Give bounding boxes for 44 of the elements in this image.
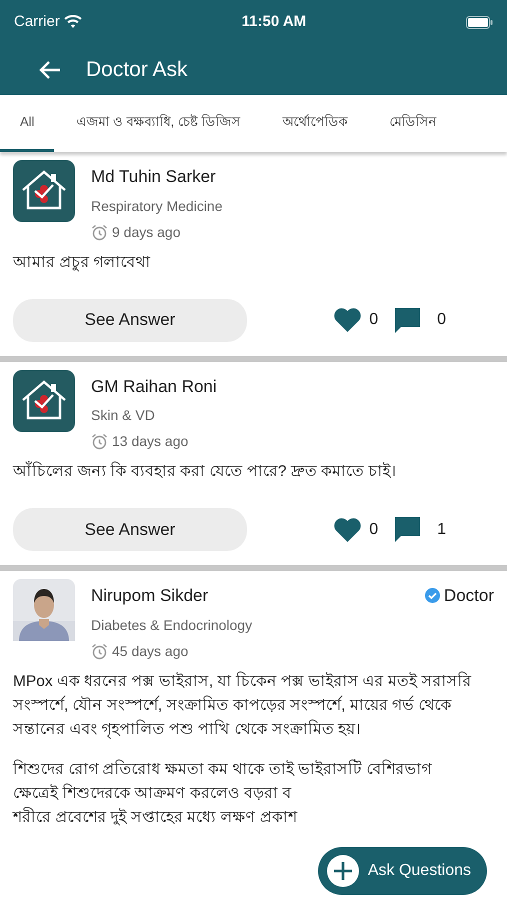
post-time: 45 days ago xyxy=(112,642,188,661)
doctor-badge-label: Doctor xyxy=(444,585,494,608)
category-tab[interactable]: মেডিসিন xyxy=(368,95,457,152)
author-name: GM Raihan Roni xyxy=(91,376,217,398)
specialty-label: Diabetes & Endocrinology xyxy=(91,616,254,635)
comment-count: 0 xyxy=(437,310,446,330)
like-count: 0 xyxy=(369,310,378,330)
clinic-logo-icon xyxy=(13,160,75,222)
question-text: আঁচিলের জন্য কি ব্যবহার করা যেতে পারে? দ্রুত কমাতে চাই। xyxy=(13,460,398,482)
comment-icon[interactable] xyxy=(394,306,422,334)
category-tab[interactable]: এজমা ও বক্ষব্যাধি, চেষ্ট ডিজিস xyxy=(54,95,261,152)
question-text: MPox এক ধরনের পক্স ভাইরাস, যা চিকেন পক্স ভাইরাস এর মতই সরাসরি সংস্পর্শে, যৌন সংস্পর্শে, সংক্রামিত কাপড়ের সংস্পর্শে, মায়ের গর্ভ থেকে সন্তানের এবং গৃহপালিত পশু পাখি থেকে সংক্রামিত হয়। xyxy=(13,670,472,741)
question-text-line: ক্ষেত্রেই শিশুদেরকে আক্রমণ করলেও বড়রা ব xyxy=(13,782,293,804)
post-time: 13 days ago xyxy=(112,432,188,452)
battery-icon xyxy=(466,16,493,28)
alarm-clock-icon xyxy=(91,433,108,450)
status-time: 11:50 AM xyxy=(242,12,306,32)
clinic-logo-icon xyxy=(13,370,75,432)
see-answer-button[interactable]: See Answer xyxy=(13,298,247,342)
back-arrow-icon[interactable] xyxy=(38,60,62,80)
wifi-icon xyxy=(64,15,82,29)
post-time: 9 days ago xyxy=(112,222,180,242)
author-name: Nirupom Sikder xyxy=(91,585,208,608)
question-text: আমার প্রচুর গলাবেথা xyxy=(13,252,152,274)
plus-icon xyxy=(326,854,360,888)
heart-icon[interactable] xyxy=(334,518,362,542)
comment-icon[interactable] xyxy=(394,516,422,544)
question-text-line: শিশুদের রোগ প্রতিরোধ ক্ষমতা কম থাকে তাই ভাইরাসটি বেশিরভাগ xyxy=(13,758,433,780)
alarm-clock-icon xyxy=(91,642,108,660)
like-count: 0 xyxy=(369,520,378,540)
ask-questions-button[interactable]: Ask Questions xyxy=(318,847,487,895)
verified-check-icon xyxy=(424,588,440,604)
specialty-label: Respiratory Medicine xyxy=(91,196,224,216)
carrier-label: Carrier xyxy=(14,12,60,32)
question-text-line: শরীরে প্রবেশের দুই সপ্তাহের মধ্যে লক্ষণ প্রকাশ xyxy=(13,806,298,828)
heart-icon[interactable] xyxy=(334,308,362,332)
see-answer-button[interactable]: See Answer xyxy=(13,508,247,552)
specialty-label: Skin & VD xyxy=(91,406,156,426)
category-tab[interactable]: All xyxy=(0,95,54,152)
alarm-clock-icon xyxy=(91,224,108,240)
comment-count: 1 xyxy=(437,520,446,540)
author-name: Md Tuhin Sarker xyxy=(91,166,216,188)
screen-title: Doctor Ask xyxy=(86,56,188,83)
category-tab[interactable]: অর্থোপেডিক xyxy=(260,95,368,152)
